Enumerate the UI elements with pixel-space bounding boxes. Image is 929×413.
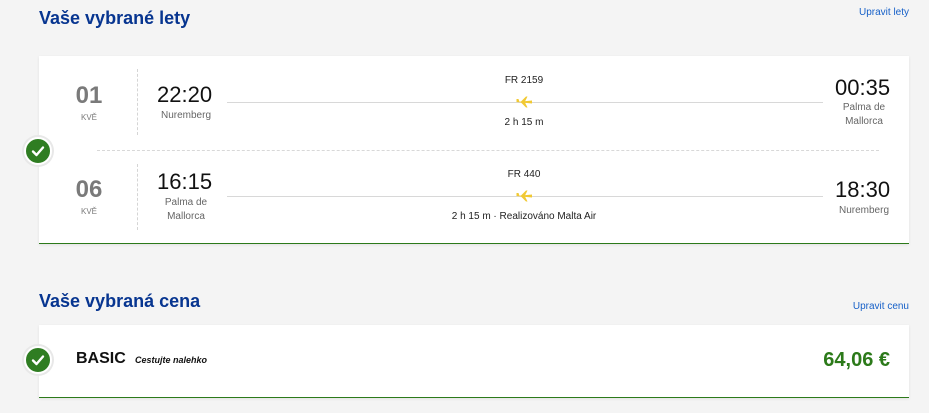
plane-icon [516,190,532,202]
flight-row: 06 KVĚ 16:15 Palma de Mallorca FR 440 2 … [39,156,909,244]
fare-selected-check-icon [24,346,52,374]
flight-row: 01 KVĚ 22:20 Nuremberg FR 2159 2 h 15 m … [39,56,909,144]
flight-duration: 2 h 15 m · Realizováno Malta Air [451,211,597,222]
fare-card: BASIC Cestujte nalehko 64,06 € [39,325,909,398]
flights-selected-check-icon [24,137,52,165]
fare-tagline: Cestujte nalehko [135,355,208,365]
departure-city: Nuremberg [160,110,212,121]
fare-price: 64,06 € [823,349,890,371]
flight-day: 01 [75,82,103,109]
flight-day: 06 [75,176,103,203]
flight-month: KVĚ [80,207,97,216]
departure-time: 22:20 [157,82,213,107]
arrival-city: Palma de Mallorca [842,102,886,127]
departure-time: 16:15 [157,169,213,194]
flight-number: FR 2159 [504,75,544,86]
flight-divider [97,150,879,151]
flights-section-title: Vaše vybrané lety [39,8,191,28]
departure-city: Palma de Mallorca [164,197,208,222]
flights-card: 01 KVĚ 22:20 Nuremberg FR 2159 2 h 15 m … [39,56,909,244]
arrival-time: 18:30 [835,177,891,202]
flight-month: KVĚ [80,113,97,122]
edit-flights-link[interactable]: Upravit lety [859,7,909,18]
plane-icon [516,96,532,108]
flight-number: FR 440 [507,169,541,180]
fare-name: BASIC [76,350,126,367]
date-divider [137,164,138,230]
date-divider [137,69,138,135]
arrival-time: 00:35 [835,75,891,100]
arrival-city: Nuremberg [838,205,890,216]
flight-duration: 2 h 15 m [504,117,544,128]
edit-fare-link[interactable]: Upravit cenu [853,301,909,312]
fare-section-title: Vaše vybraná cena [39,291,201,311]
